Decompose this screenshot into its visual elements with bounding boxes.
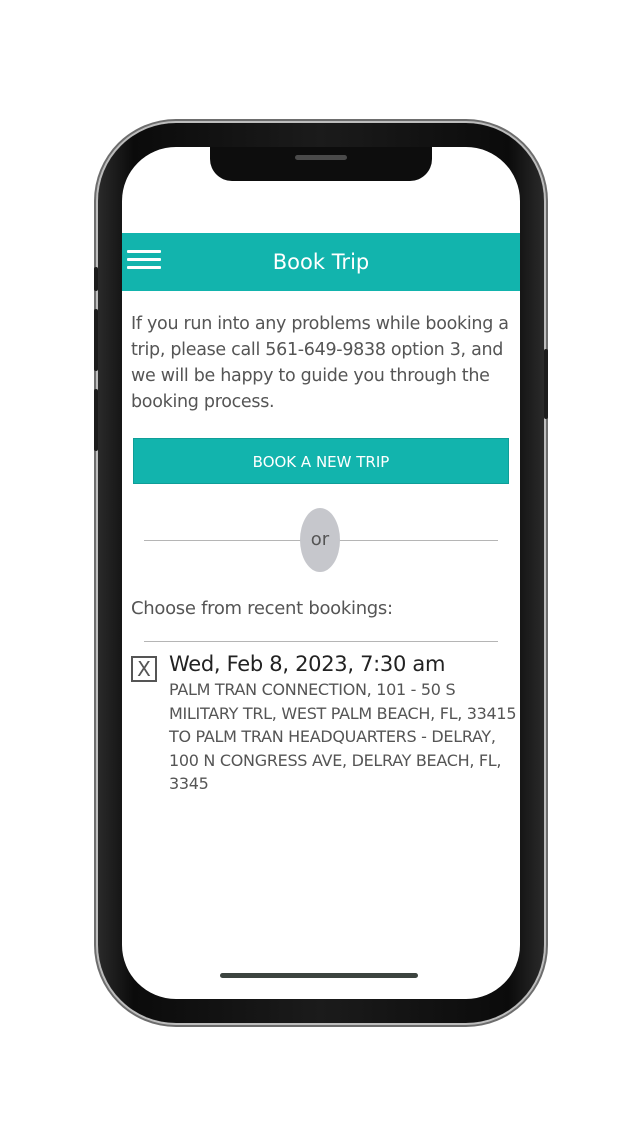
volume-down-button xyxy=(94,389,98,451)
app-screen: Book Trip If you run into any problems w… xyxy=(122,147,520,999)
page-title: Book Trip xyxy=(272,250,370,274)
notch xyxy=(210,147,432,181)
recent-divider xyxy=(144,641,498,642)
booking-route[interactable]: PALM TRAN CONNECTION, 101 - 50 S MILITAR… xyxy=(169,678,517,796)
app-header: Book Trip xyxy=(122,233,520,291)
speaker xyxy=(295,155,347,160)
volume-up-button xyxy=(94,309,98,371)
recent-bookings-title: Choose from recent bookings: xyxy=(131,598,393,619)
phone-frame: Book Trip If you run into any problems w… xyxy=(94,123,548,1023)
help-message: If you run into any problems while booki… xyxy=(131,314,509,412)
book-new-trip-button[interactable]: BOOK A NEW TRIP xyxy=(133,438,509,484)
booking-date[interactable]: Wed, Feb 8, 2023, 7:30 am xyxy=(169,652,445,676)
home-indicator[interactable] xyxy=(220,973,418,978)
or-divider-label: or xyxy=(300,508,340,572)
silent-switch xyxy=(94,267,98,291)
power-button xyxy=(544,349,548,419)
remove-booking-button[interactable]: X xyxy=(131,656,157,682)
hamburger-menu-icon[interactable] xyxy=(127,247,161,273)
